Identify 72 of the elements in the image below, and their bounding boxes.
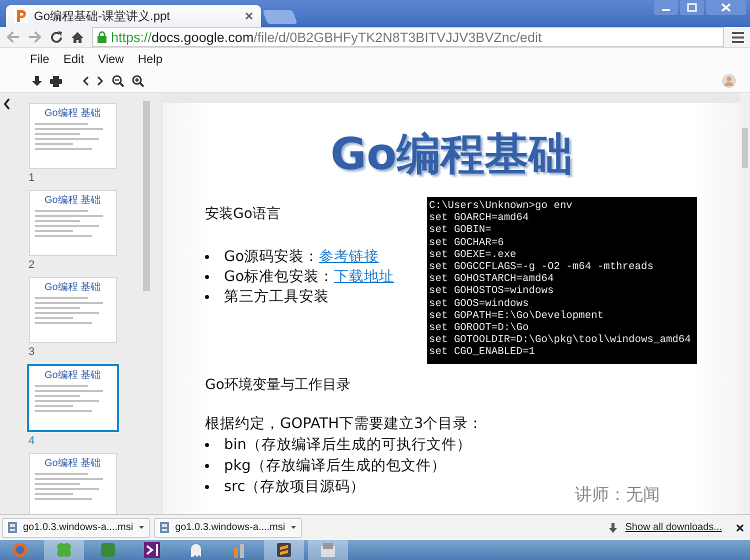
slide-thumbnail[interactable]: Go编程 基础 xyxy=(28,453,116,514)
slide-thumbnail[interactable]: Go编程 基础 xyxy=(28,103,116,169)
thumbnail-title: Go编程 基础 xyxy=(44,194,101,207)
slide-thumbnail[interactable]: Go编程 基础 xyxy=(28,277,116,343)
menu-item[interactable]: Edit xyxy=(63,52,84,66)
zoom-in-icon[interactable] xyxy=(132,75,144,87)
menu-item[interactable]: File xyxy=(30,52,50,66)
maximize-icon[interactable] xyxy=(680,0,704,15)
tab-title: Go编程基础-课堂讲义.ppt xyxy=(34,8,172,24)
installer-file-icon xyxy=(8,522,17,533)
slide-number: 2 xyxy=(28,259,36,273)
bullet-text: pkg（存放编译后生成的包文件） xyxy=(224,456,446,476)
lock-icon xyxy=(97,31,107,43)
bullet-text: src（存放项目源码） xyxy=(224,478,366,497)
slide-thumbnail[interactable]: Go编程 基础 xyxy=(26,364,118,432)
scrollbar[interactable] xyxy=(740,93,750,514)
section-heading: Go环境变量与工作目录 xyxy=(205,376,352,394)
installer-file-icon xyxy=(160,522,170,533)
download-filename: go1.0.3.windows-a....msi xyxy=(175,522,286,533)
home-icon[interactable] xyxy=(71,30,84,44)
bullet-text: 第三方工具安装 xyxy=(224,288,329,307)
bullet-text: Go源码安装：参考链接 xyxy=(224,248,380,267)
terminal-output: C:\Users\Unknown>go env set GOARCH=amd64 set GOBIN= set GOCHAR=6 set GOEXE=.exe set GOGCCFLAGS=-g -O2 -m64 -mthreads set GOHOSTARCH=amd64 set GOHOSTOS=windows set GOOS=windows set GOPATH=E:\Go\Development set GOROOT=D:\Go set GOTOOLDIR=D:\Go\pkg\tool\windows_amd64 set CGO_ENABLED=1 xyxy=(427,197,697,364)
download-filename: go1.0.3.windows-a....msi xyxy=(23,522,134,533)
caret-icon[interactable] xyxy=(139,526,144,529)
next-icon[interactable] xyxy=(97,76,104,86)
caret-icon[interactable] xyxy=(291,526,296,529)
bullet-text: bin（存放编译后生成的可执行文件） xyxy=(224,436,472,455)
browser-tab[interactable]: Go编程基础-课堂讲义.ppt xyxy=(6,5,261,27)
bullet-text: Go标准包安装：下载地址 xyxy=(224,268,394,287)
slide-thumbnail[interactable]: Go编程 基础 xyxy=(28,190,116,256)
bullet-icon xyxy=(205,295,209,299)
thumbnail-title: Go编程 基础 xyxy=(44,280,101,294)
close-icon[interactable] xyxy=(245,12,253,20)
menu-item[interactable]: Help xyxy=(138,52,163,66)
download-item[interactable]: go1.0.3.windows-a....msi xyxy=(154,518,302,538)
close-icon[interactable] xyxy=(736,524,744,532)
bullet-icon xyxy=(205,275,209,279)
thumbnail-title: Go编程 基础 xyxy=(44,368,101,382)
address-bar[interactable]: https://docs.google.com/file/d/0B2GBHFyTK2N8T3BITVJJV3BVZnc/edit xyxy=(92,27,724,47)
download-icon[interactable] xyxy=(32,76,42,86)
scrollbar[interactable] xyxy=(143,101,150,291)
ghost-icon[interactable] xyxy=(188,542,204,558)
bullet-icon xyxy=(205,464,209,468)
previous-icon[interactable] xyxy=(82,76,89,86)
bullet-icon xyxy=(205,442,209,447)
paragraph: 根据约定，GOPATH下需要建立3个目录： xyxy=(205,414,484,433)
menu-item[interactable]: View xyxy=(98,52,124,66)
slide-title: Go编程基础 xyxy=(329,128,574,182)
menu-icon[interactable] xyxy=(732,32,744,42)
section-heading: 安装Go语言 xyxy=(205,205,282,223)
download-icon xyxy=(609,522,618,532)
thumbnail-title: Go编程 基础 xyxy=(44,106,101,120)
bullet-icon xyxy=(205,484,209,489)
download-item[interactable]: go1.0.3.windows-a....msi xyxy=(2,518,150,538)
visual-studio-icon[interactable] xyxy=(144,542,160,558)
collapse-icon[interactable] xyxy=(3,98,11,110)
thumbnail-title: Go编程 基础 xyxy=(44,456,101,470)
slide-number: 4 xyxy=(28,435,36,449)
slides-logo-icon xyxy=(14,9,28,23)
lecturer-name: 讲师：无闻 xyxy=(575,484,660,506)
minimize-icon[interactable] xyxy=(654,0,678,15)
url-text: https://docs.google.com/file/d/0B2GBHFyTK2N8T3BITVJJV3BVZnc/edit xyxy=(111,30,542,44)
link[interactable]: 下载地址 xyxy=(334,269,394,285)
reload-icon[interactable] xyxy=(50,30,63,44)
bullet-icon xyxy=(205,255,209,259)
show-all-downloads-link[interactable]: Show all downloads... xyxy=(625,522,722,533)
link[interactable]: 参考链接 xyxy=(319,249,380,265)
slide-number: 1 xyxy=(28,172,36,186)
sublime-text-icon[interactable] xyxy=(276,542,292,558)
zoom-out-icon[interactable] xyxy=(112,75,124,87)
slide-number: 3 xyxy=(28,346,36,360)
